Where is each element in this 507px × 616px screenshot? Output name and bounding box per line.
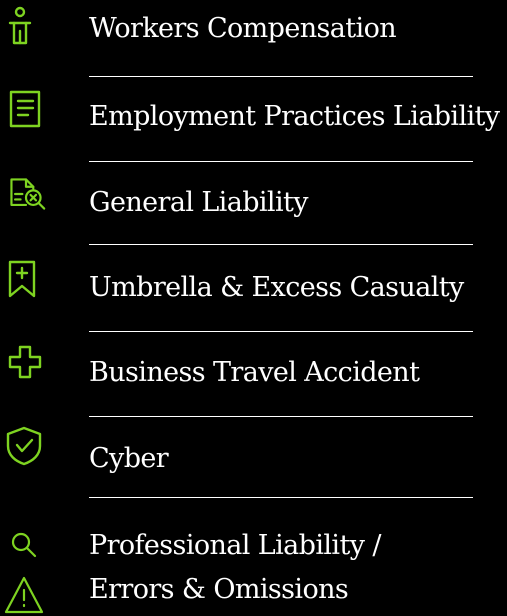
- divider: [89, 331, 473, 332]
- warning-icon: [4, 576, 44, 616]
- item-label: Cyber: [89, 443, 169, 474]
- document-search-icon: [6, 174, 46, 214]
- divider: [89, 161, 473, 162]
- item-label-line-1: Professional Liability /: [89, 530, 381, 561]
- bookmark-plus-icon: [6, 258, 46, 298]
- divider: [89, 76, 473, 77]
- divider: [89, 244, 473, 245]
- item-label: Business Travel Accident: [89, 357, 420, 388]
- item-label: Workers Compensation: [89, 13, 397, 44]
- shield-check-icon: [6, 426, 46, 466]
- item-label-line-2: Errors & Omissions: [89, 574, 349, 605]
- item-label: General Liability: [89, 187, 309, 218]
- person-icon: [6, 6, 46, 48]
- document-icon: [6, 90, 46, 130]
- item-label: Umbrella & Excess Casualty: [89, 272, 464, 303]
- medical-cross-icon: [6, 345, 46, 385]
- divider: [89, 416, 473, 417]
- item-label: Employment Practices Liability: [89, 101, 500, 132]
- search-icon: [10, 532, 40, 563]
- divider: [89, 497, 473, 498]
